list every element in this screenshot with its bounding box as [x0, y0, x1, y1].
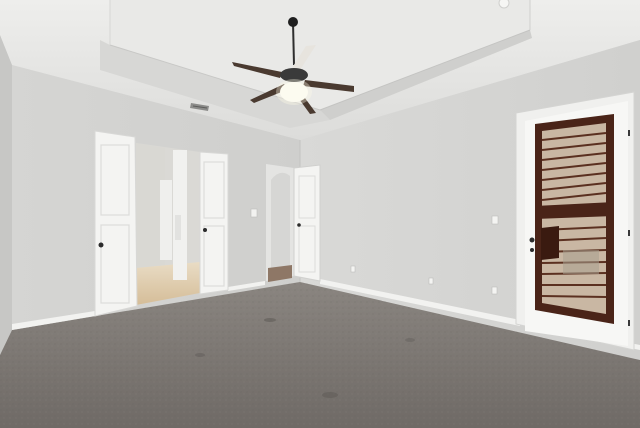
- door-handle[interactable]: [203, 228, 207, 232]
- exterior-door[interactable]: [515, 91, 635, 351]
- outlet: [350, 265, 356, 273]
- empty-bedroom-photo: [0, 0, 640, 428]
- double-doors-to-hallway[interactable]: [94, 130, 229, 317]
- wood-shutter-panel: [535, 114, 614, 324]
- outlet: [491, 215, 499, 225]
- outlet: [428, 277, 434, 285]
- open-door-leaf[interactable]: [293, 164, 321, 282]
- left-wall: [0, 35, 12, 355]
- door-handle[interactable]: [98, 242, 104, 248]
- light-switch[interactable]: [250, 208, 258, 218]
- outlet: [491, 286, 498, 295]
- exterior-door-handle[interactable]: [529, 237, 535, 243]
- interior-doorway[interactable]: [266, 164, 321, 282]
